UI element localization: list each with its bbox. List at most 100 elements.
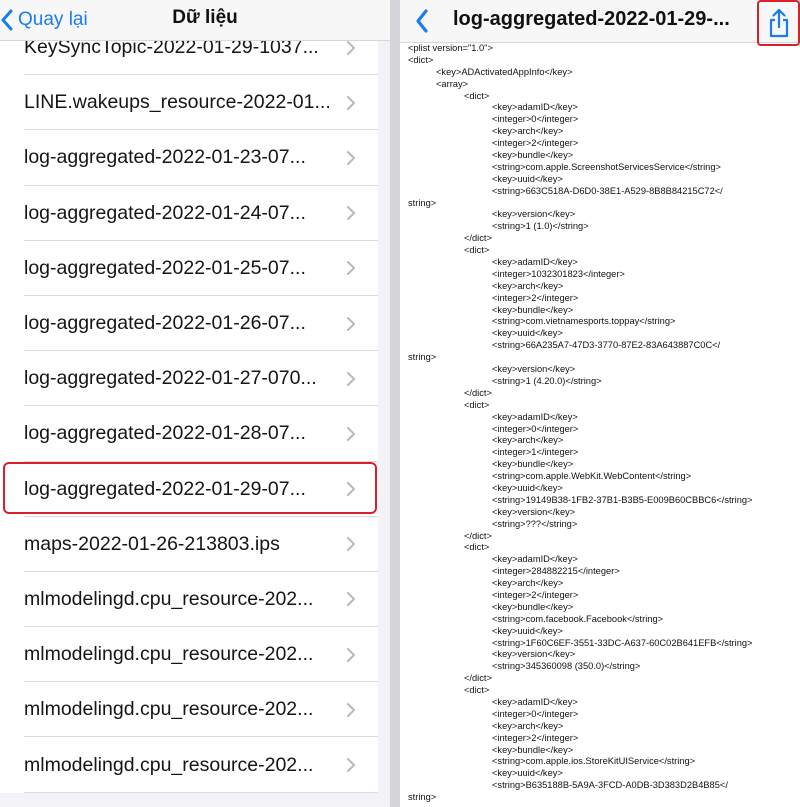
code-line: <integer>2</integer> bbox=[492, 292, 579, 303]
code-line: <integer>1032301823</integer> bbox=[492, 268, 625, 279]
page-title: Dữ liệu bbox=[172, 7, 238, 28]
file-list-item[interactable]: LINE.wakeups_resource-2022-01... bbox=[0, 75, 378, 131]
code-line: <array> bbox=[436, 78, 469, 89]
code-line: <key>version</key> bbox=[492, 209, 576, 220]
chevron-right-icon bbox=[346, 95, 356, 111]
file-list-item[interactable]: maps-2022-01-26-213803.ips bbox=[0, 517, 378, 573]
code-line: <integer>0</integer> bbox=[492, 114, 579, 125]
file-list-item[interactable]: log-aggregated-2022-01-29-07... bbox=[0, 462, 378, 517]
chevron-right-icon bbox=[346, 426, 356, 442]
chevron-right-icon bbox=[346, 40, 356, 56]
code-line: <key>adamID</key> bbox=[492, 411, 578, 422]
code-line: <key>version</key> bbox=[492, 649, 576, 660]
code-line: <key>uuid</key> bbox=[492, 768, 563, 779]
code-line: <string>1F60C6EF-3551-33DC-A637-60C02B64… bbox=[492, 637, 753, 648]
chevron-right-icon bbox=[346, 536, 356, 552]
code-line: <key>adamID</key> bbox=[492, 696, 578, 707]
code-line: <dict> bbox=[464, 542, 490, 553]
file-list-item[interactable]: log-aggregated-2022-01-25-07... bbox=[0, 241, 378, 297]
file-name-label: mlmodelingd.cpu_resource-202... bbox=[24, 698, 314, 721]
code-line: <key>version</key> bbox=[492, 506, 576, 517]
file-list-item[interactable]: mlmodelingd.cpu_resource-202... bbox=[0, 572, 378, 628]
chevron-right-icon bbox=[346, 205, 356, 221]
code-line: string> bbox=[408, 352, 437, 363]
code-line: <string>com.vietnamesports.toppay</strin… bbox=[492, 316, 676, 327]
share-button[interactable] bbox=[757, 0, 800, 46]
chevron-right-icon bbox=[346, 481, 356, 497]
file-name-label: LINE.wakeups_resource-2022-01... bbox=[24, 91, 331, 114]
chevron-right-icon bbox=[346, 702, 356, 718]
file-content: <plist version="1.0"> <dict> <key>ADActiva… bbox=[408, 43, 800, 804]
code-line: <string>66A235A7-47D3-3770-87E2-83A64388… bbox=[492, 340, 721, 351]
code-line: <string>663C518A-D6D0-38E1-A529-8B8B8421… bbox=[492, 185, 723, 196]
file-list-item[interactable]: mlmodelingd.cpu_resource-202... bbox=[0, 737, 378, 793]
code-line: </dict> bbox=[464, 233, 492, 244]
code-line: <key>ADActivatedAppInfo</key> bbox=[436, 66, 573, 77]
file-list-item[interactable]: mlmodelingd.cpu_resource-202... bbox=[0, 682, 378, 738]
file-name-label: log-aggregated-2022-01-27-070... bbox=[24, 367, 317, 390]
chevron-right-icon bbox=[346, 647, 356, 663]
chevron-right-icon bbox=[346, 591, 356, 607]
chevron-right-icon bbox=[346, 371, 356, 387]
code-line: <integer>2</integer> bbox=[492, 589, 579, 600]
file-list-item[interactable]: log-aggregated-2022-01-24-07... bbox=[0, 186, 378, 241]
code-line: string> bbox=[408, 792, 437, 803]
file-list-pane: KeySyncTopic-2022-01-29-1037... LINE.wake… bbox=[0, 0, 390, 807]
code-line: <key>uuid</key> bbox=[492, 625, 563, 636]
file-list-item[interactable]: log-aggregated-2022-01-27-070... bbox=[0, 351, 378, 407]
file-name-label: maps-2022-01-26-213803.ips bbox=[24, 532, 280, 555]
file-list-item[interactable]: log-aggregated-2022-01-26-07... bbox=[0, 296, 378, 352]
code-line: <key>uuid</key> bbox=[492, 328, 563, 339]
code-line: <integer>1</integer> bbox=[492, 447, 579, 458]
file-list-item[interactable]: log-aggregated-2022-01-23-07... bbox=[0, 130, 378, 186]
code-line: <key>adamID</key> bbox=[492, 102, 578, 113]
code-line: <string>com.apple.WebKit.WebContent</str… bbox=[492, 471, 692, 482]
code-line: <key>adamID</key> bbox=[492, 554, 578, 565]
file-name-label: log-aggregated-2022-01-24-07... bbox=[24, 201, 306, 224]
code-line: <string>com.apple.ScreenshotServicesServ… bbox=[492, 161, 721, 172]
file-name-label: mlmodelingd.cpu_resource-202... bbox=[24, 643, 314, 666]
code-line: <integer>284882215</integer> bbox=[492, 566, 620, 577]
code-line: <string>345360098 (350.0)</string> bbox=[492, 661, 641, 672]
code-line: <key>version</key> bbox=[492, 364, 576, 375]
file-name-label: mlmodelingd.cpu_resource-202... bbox=[24, 587, 314, 610]
chevron-right-icon bbox=[346, 150, 356, 166]
code-line: <dict> bbox=[408, 54, 434, 65]
file-list-item[interactable]: log-aggregated-2022-01-28-07... bbox=[0, 406, 378, 462]
file-name-label: mlmodelingd.cpu_resource-202... bbox=[24, 753, 314, 776]
viewer-back-button[interactable] bbox=[414, 8, 430, 34]
file-name-label: log-aggregated-2022-01-23-07... bbox=[24, 146, 306, 169]
pane-divider bbox=[390, 0, 400, 807]
code-line: <key>bundle</key> bbox=[492, 601, 574, 612]
code-line: <key>uuid</key> bbox=[492, 173, 563, 184]
file-list-item[interactable]: mlmodelingd.cpu_resource-202... bbox=[0, 627, 378, 683]
chevron-right-icon bbox=[346, 757, 356, 773]
code-line: <string>com.apple.ios.StoreKitUIService<… bbox=[492, 756, 696, 767]
code-line: <string>1 (1.0)</string> bbox=[492, 221, 589, 232]
code-line: <string>???</string> bbox=[492, 518, 578, 529]
file-list: KeySyncTopic-2022-01-29-1037... LINE.wake… bbox=[0, 20, 378, 793]
code-line: </dict> bbox=[464, 387, 492, 398]
code-line: string> bbox=[408, 197, 437, 208]
code-line: <key>bundle</key> bbox=[492, 744, 574, 755]
code-line: <dict> bbox=[464, 685, 490, 696]
code-line: <key>arch</key> bbox=[492, 578, 564, 589]
file-name-label: log-aggregated-2022-01-25-07... bbox=[24, 256, 306, 279]
code-line: <string>B635188B-5A9A-3FCD-A0DB-3D383D2B… bbox=[492, 780, 728, 791]
code-line: <string>19149B38-1FB2-37B1-B3B5-E009B60C… bbox=[492, 494, 753, 505]
code-line: <dict> bbox=[464, 90, 490, 101]
code-line: <key>arch</key> bbox=[492, 126, 564, 137]
code-line: <key>bundle</key> bbox=[492, 150, 574, 161]
right-navigation-bar: log-aggregated-2022-01-29-... bbox=[400, 0, 800, 46]
code-line: <integer>0</integer> bbox=[492, 708, 579, 719]
left-navigation-bar: Quay lại Dữ liệu bbox=[0, 0, 390, 41]
chevron-left-icon bbox=[414, 8, 430, 34]
file-viewer-pane: log-aggregated-2022-01-29-... <plist ver… bbox=[400, 0, 800, 807]
code-line: <key>arch</key> bbox=[492, 435, 564, 446]
code-line: <string>com.facebook.Facebook</string> bbox=[492, 613, 664, 624]
code-line: <string>1 (4.20.0)</string> bbox=[492, 375, 602, 386]
share-icon bbox=[768, 8, 790, 38]
code-line: <key>bundle</key> bbox=[492, 459, 574, 470]
code-line: <key>bundle</key> bbox=[492, 304, 574, 315]
code-line: <dict> bbox=[464, 245, 490, 256]
